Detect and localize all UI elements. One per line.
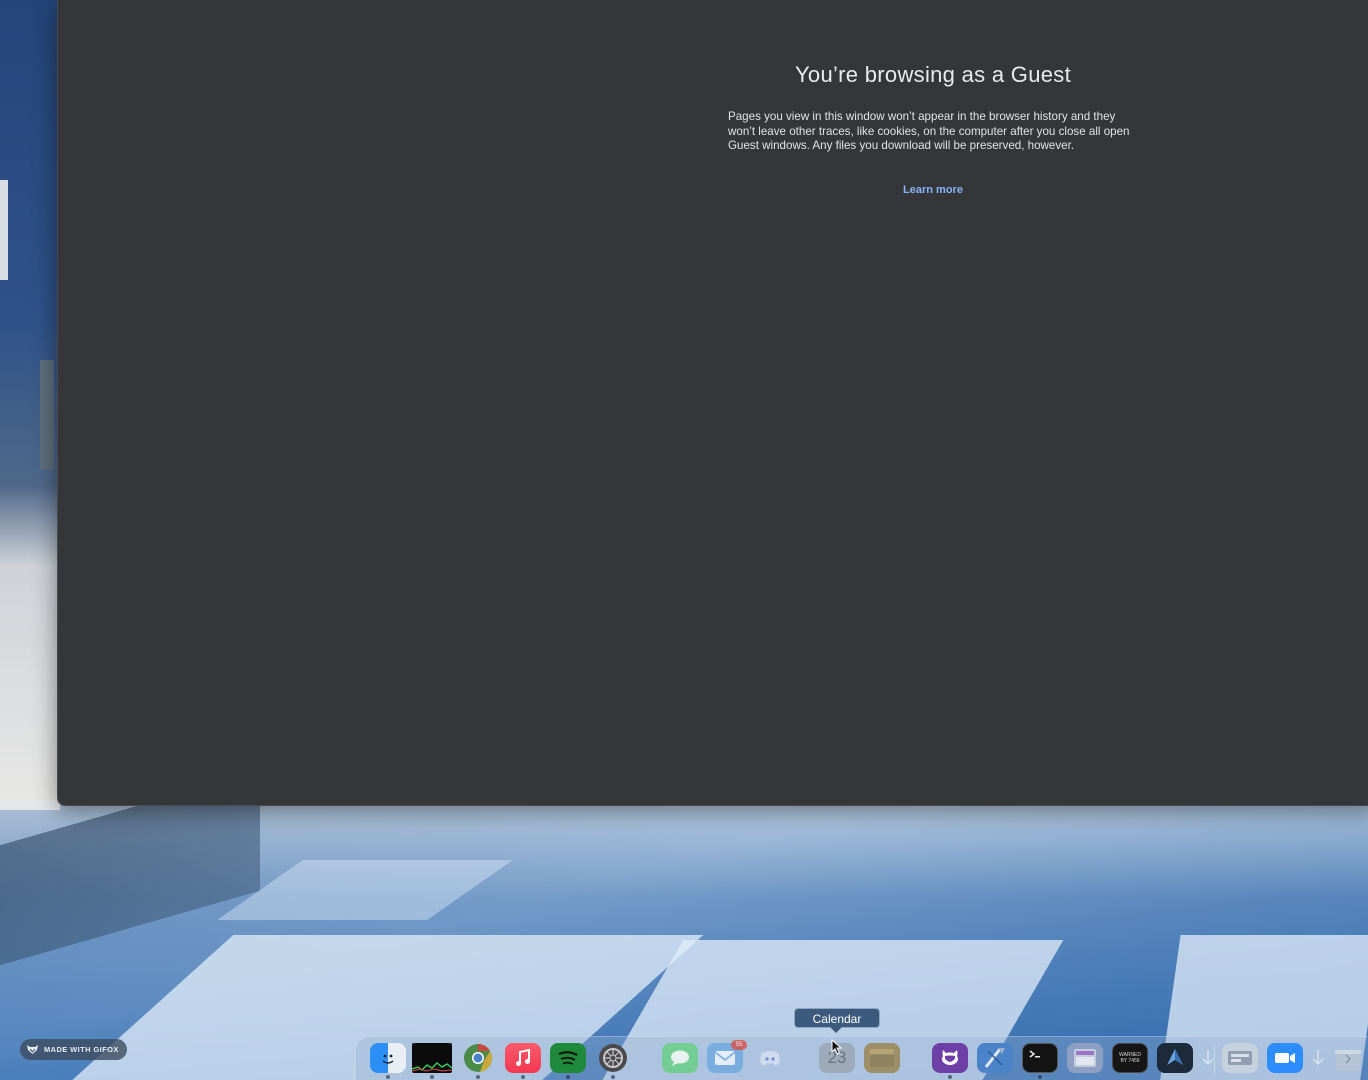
dock-separator: [1214, 1046, 1215, 1074]
guest-browser-window: You’re browsing as a Guest Pages you vie…: [57, 0, 1368, 806]
music-icon[interactable]: [505, 1043, 541, 1073]
running-indicator: [430, 1075, 434, 1079]
gifox-logo-icon: [27, 1045, 38, 1054]
running-indicator: [611, 1075, 615, 1079]
tooltip-arrow: [830, 1027, 842, 1033]
mouse-cursor-icon: [831, 1039, 843, 1055]
system-preferences-icon[interactable]: [595, 1043, 631, 1073]
warp-label: WARNED BY 7456: [1118, 1052, 1142, 1064]
gifox-watermark: MADE WITH GIFOX: [20, 1039, 127, 1060]
terminal-icon[interactable]: [1022, 1043, 1058, 1073]
page-title: You’re browsing as a Guest: [794, 62, 1072, 87]
zoom-icon[interactable]: [1267, 1043, 1303, 1073]
activity-monitor-icon[interactable]: [412, 1043, 452, 1073]
affinity-icon[interactable]: [1157, 1043, 1193, 1073]
wallpaper-building-edge: [0, 0, 60, 810]
screenshot-icon[interactable]: [1222, 1043, 1258, 1073]
wallpaper-sign: [0, 180, 8, 280]
watermark-text: MADE WITH GIFOX: [44, 1045, 119, 1054]
messages-icon[interactable]: [662, 1043, 698, 1073]
running-indicator: [566, 1075, 570, 1079]
discord-icon[interactable]: [752, 1043, 788, 1073]
wallpaper-post: [40, 360, 54, 470]
spotify-icon[interactable]: [550, 1043, 586, 1073]
guest-description: Pages you view in this window won’t appe…: [728, 110, 1130, 153]
downloads-icon[interactable]: [1198, 1043, 1218, 1073]
running-indicator: [386, 1075, 390, 1079]
running-indicator: [1038, 1075, 1042, 1079]
simulator-icon[interactable]: [1067, 1043, 1103, 1073]
running-indicator: [476, 1075, 480, 1079]
chrome-icon[interactable]: [460, 1043, 496, 1073]
trash-icon[interactable]: [1330, 1043, 1366, 1073]
mail-icon[interactable]: 55: [707, 1040, 747, 1073]
mail-unread-badge: 55: [731, 1040, 747, 1050]
xcode-icon[interactable]: [977, 1043, 1013, 1073]
guest-info-panel: You’re browsing as a Guest Pages you vie…: [728, 62, 1138, 196]
documents-icon[interactable]: [1308, 1043, 1328, 1073]
finder-icon[interactable]: [370, 1043, 406, 1073]
learn-more-link[interactable]: Learn more: [728, 184, 1138, 196]
github-desktop-icon[interactable]: [932, 1043, 968, 1073]
warp-icon[interactable]: WARNED BY 7456: [1112, 1043, 1148, 1073]
running-indicator: [948, 1075, 952, 1079]
dock-tooltip: Calendar: [794, 1008, 880, 1028]
running-indicator: [521, 1075, 525, 1079]
notes-icon[interactable]: [864, 1043, 900, 1073]
